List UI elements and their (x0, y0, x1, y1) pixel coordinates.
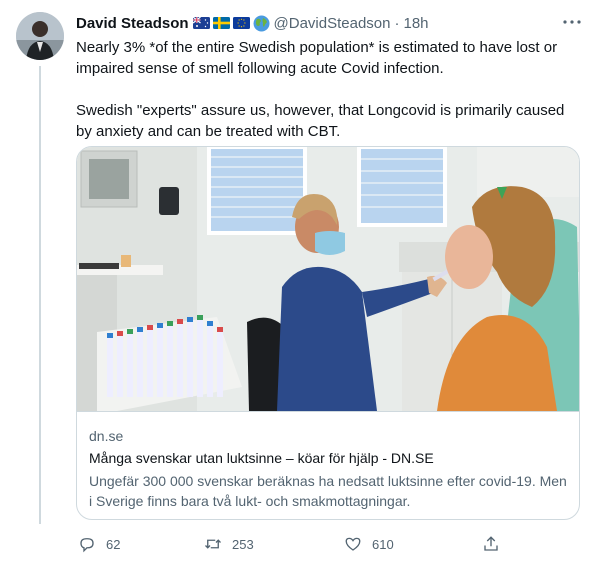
link-card[interactable]: dn.se Många svenskar utan luktsinne – kö… (76, 146, 580, 520)
card-description: Ungefär 300 000 svenskar beräknas ha ned… (89, 473, 567, 509)
like-count: 610 (372, 536, 394, 552)
share-icon (484, 536, 498, 551)
retweet-icon (205, 539, 221, 549)
more-options-button[interactable] (560, 12, 584, 32)
tweet-text: Nearly 3% *of the entire Swedish populat… (76, 37, 581, 142)
australia-flag-icon (192, 17, 210, 29)
share-button[interactable] (482, 530, 500, 558)
eu-flag-icon (232, 17, 250, 29)
tweet-header: David Steadson @DavidSteadson · 18h (76, 13, 429, 33)
flag-emojis (192, 15, 270, 32)
avatar[interactable] (16, 12, 64, 60)
heart-icon (345, 537, 361, 551)
tweet-paragraph-1: Nearly 3% *of the entire Swedish populat… (76, 39, 558, 77)
more-icon (563, 20, 581, 24)
retweet-button[interactable]: 253 (204, 530, 254, 558)
like-button[interactable]: 610 (344, 530, 394, 558)
card-domain: dn.se (89, 428, 124, 444)
tweet-time[interactable]: 18h (404, 15, 429, 32)
reply-button[interactable]: 62 (78, 530, 120, 558)
card-title: Många svenskar utan luktsinne – köar för… (89, 450, 434, 466)
thread-line (39, 66, 41, 524)
sweden-flag-icon (212, 17, 230, 29)
card-image (77, 147, 579, 412)
globe-icon (253, 15, 270, 31)
tweet-paragraph-2: Swedish "experts" assure us, however, th… (76, 102, 565, 140)
author-handle[interactable]: @DavidSteadson (274, 15, 391, 32)
retweet-count: 253 (232, 536, 254, 552)
author-name[interactable]: David Steadson (76, 15, 189, 32)
tweet-actions: 62 253 610 (0, 530, 598, 558)
reply-icon (80, 538, 94, 553)
reply-count: 62 (106, 536, 121, 552)
separator: · (394, 14, 400, 32)
